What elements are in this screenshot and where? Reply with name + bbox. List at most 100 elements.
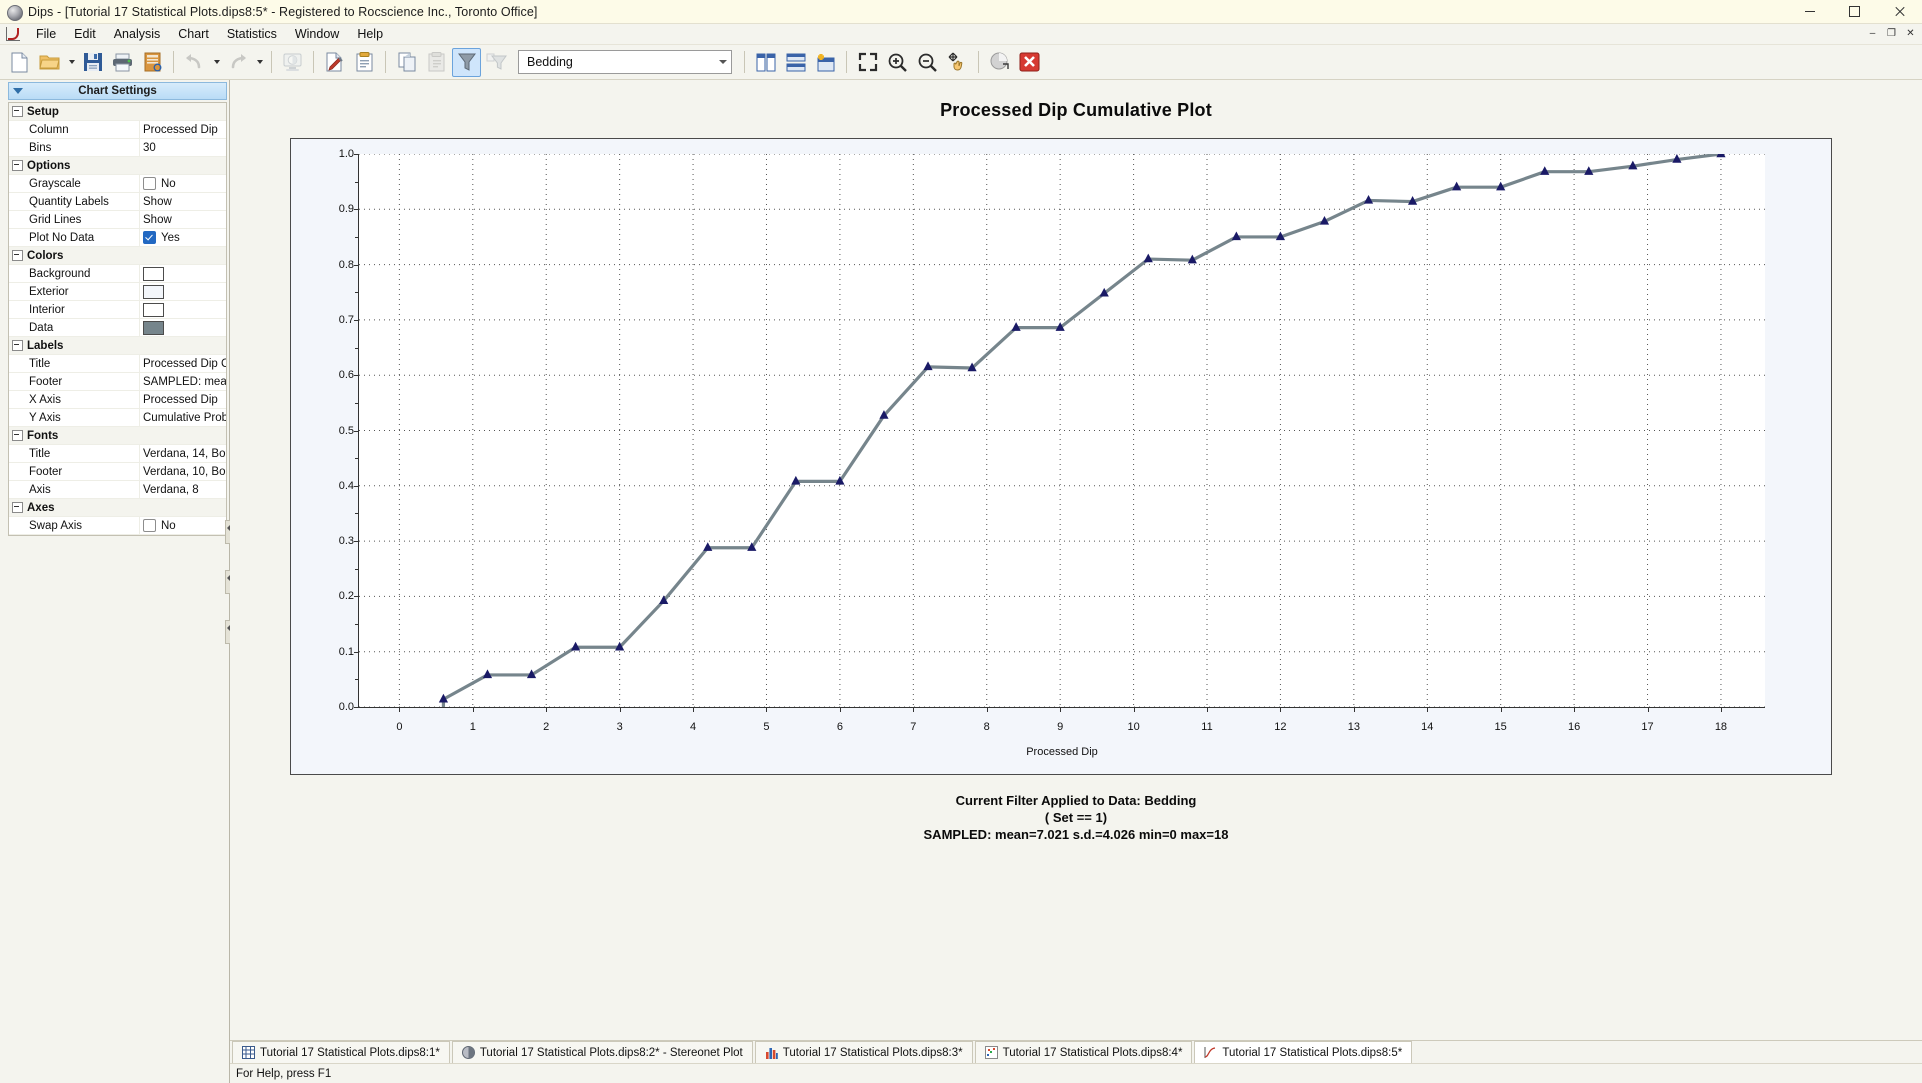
property-group-options[interactable]: Options — [9, 157, 226, 175]
property-row-grid-lines[interactable]: Grid Lines Show — [9, 211, 226, 229]
save-icon[interactable] — [78, 48, 107, 77]
collapse-toggle-icon[interactable] — [9, 250, 26, 261]
property-row-column[interactable]: Column Processed Dip — [9, 121, 226, 139]
property-row-footer[interactable]: Footer Verdana, 10, Bold — [9, 463, 226, 481]
zoom-sphere-icon[interactable] — [985, 48, 1014, 77]
window-tab-3[interactable]: Tutorial 17 Statistical Plots.dips8:3* — [754, 1041, 973, 1063]
property-value[interactable] — [139, 319, 226, 336]
menu-help[interactable]: Help — [348, 25, 392, 43]
maximize-button[interactable] — [1832, 0, 1877, 23]
window-tab-2[interactable]: Tutorial 17 Statistical Plots.dips8:2* -… — [451, 1041, 753, 1063]
collapse-toggle-icon[interactable] — [9, 340, 26, 351]
property-row-plot-no-data[interactable]: Plot No Data Yes — [9, 229, 226, 247]
menu-analysis[interactable]: Analysis — [105, 25, 170, 43]
property-value[interactable]: No — [139, 517, 226, 534]
tile-vertical-icon[interactable] — [751, 48, 780, 77]
property-group-colors[interactable]: Colors — [9, 247, 226, 265]
property-row-grayscale[interactable]: Grayscale No — [9, 175, 226, 193]
color-swatch[interactable] — [143, 320, 164, 335]
pan-hand-icon[interactable] — [943, 48, 972, 77]
window-tab-5[interactable]: Tutorial 17 Statistical Plots.dips8:5* — [1194, 1041, 1413, 1063]
collapse-toggle-icon[interactable] — [9, 502, 26, 513]
mdi-close-button[interactable]: ✕ — [1902, 25, 1919, 41]
property-value[interactable]: Processed Dip — [139, 121, 226, 138]
property-group-setup[interactable]: Setup — [9, 103, 226, 121]
collapse-toggle-icon[interactable] — [9, 430, 26, 441]
print-icon[interactable] — [108, 48, 137, 77]
property-group-labels[interactable]: Labels — [9, 337, 226, 355]
menu-edit[interactable]: Edit — [65, 25, 105, 43]
window-tab-4[interactable]: Tutorial 17 Statistical Plots.dips8:4* — [974, 1041, 1193, 1063]
zoom-all-icon[interactable] — [853, 48, 882, 77]
zoom-out-icon[interactable] — [913, 48, 942, 77]
close-button[interactable] — [1877, 0, 1922, 23]
collapse-toggle-icon[interactable] — [9, 160, 26, 171]
property-value[interactable] — [139, 265, 226, 282]
property-value[interactable]: Verdana, 10, Bold — [139, 463, 226, 480]
paste-icon[interactable] — [422, 48, 451, 77]
filter-settings-icon[interactable] — [482, 48, 511, 77]
property-value[interactable]: Show — [139, 211, 226, 228]
property-row-x-axis[interactable]: X Axis Processed Dip — [9, 391, 226, 409]
property-value[interactable] — [139, 283, 226, 300]
menu-chart[interactable]: Chart — [169, 25, 218, 43]
copy-icon[interactable] — [392, 48, 421, 77]
color-swatch[interactable] — [143, 302, 164, 317]
property-value[interactable]: No — [139, 175, 226, 192]
undo-icon[interactable] — [180, 48, 209, 77]
property-value[interactable] — [139, 301, 226, 318]
plot-area[interactable]: 0.0 0.1 0.2 0.3 0.4 0.5 0.6 0.7 0.8 0.9 1.0 0 1 2 3 4 5 6… — [339, 148, 1765, 733]
property-value[interactable]: Verdana, 14, Bold — [139, 445, 226, 462]
property-value[interactable]: Verdana, 8 — [139, 481, 226, 498]
undo-dropdown-caret-icon[interactable] — [210, 49, 222, 76]
new-window-icon[interactable] — [811, 48, 840, 77]
property-group-axes[interactable]: Axes — [9, 499, 226, 517]
property-value[interactable]: Show — [139, 193, 226, 210]
property-row-footer[interactable]: Footer SAMPLED: mean=7... — [9, 373, 226, 391]
property-row-bins[interactable]: Bins 30 — [9, 139, 226, 157]
property-row-quantity-labels[interactable]: Quantity Labels Show — [9, 193, 226, 211]
open-folder-icon[interactable] — [35, 48, 64, 77]
property-value[interactable]: SAMPLED: mean=7... — [139, 373, 226, 390]
close-red-icon[interactable] — [1015, 48, 1044, 77]
edit-properties-icon[interactable] — [320, 48, 349, 77]
property-row-swap-axis[interactable]: Swap Axis No — [9, 517, 226, 535]
property-row-title[interactable]: Title Verdana, 14, Bold — [9, 445, 226, 463]
mdi-minimize-button[interactable]: – — [1864, 25, 1881, 41]
menu-file[interactable]: File — [27, 25, 65, 43]
window-tab-1[interactable]: Tutorial 17 Statistical Plots.dips8:1* — [232, 1041, 450, 1063]
property-group-fonts[interactable]: Fonts — [9, 427, 226, 445]
property-value[interactable]: Yes — [139, 229, 226, 246]
property-value[interactable]: Processed Dip — [139, 391, 226, 408]
filter-combo[interactable]: Bedding — [518, 50, 732, 74]
property-value[interactable]: Processed Dip Cum... — [139, 355, 226, 372]
filter-funnel-icon[interactable] — [452, 47, 481, 77]
color-swatch[interactable] — [143, 266, 164, 281]
property-row-data[interactable]: Data — [9, 319, 226, 337]
property-checkbox[interactable] — [143, 231, 156, 244]
property-value[interactable]: 30 — [139, 139, 226, 156]
property-checkbox[interactable] — [143, 519, 156, 532]
property-row-exterior[interactable]: Exterior — [9, 283, 226, 301]
redo-dropdown-caret-icon[interactable] — [253, 49, 265, 76]
tile-horizontal-icon[interactable] — [781, 48, 810, 77]
chart-settings-header[interactable]: Chart Settings — [8, 82, 227, 100]
redo-icon[interactable] — [223, 48, 252, 77]
mdi-restore-button[interactable]: ❐ — [1883, 25, 1900, 41]
property-row-title[interactable]: Title Processed Dip Cum... — [9, 355, 226, 373]
menu-window[interactable]: Window — [286, 25, 348, 43]
stereonet-display-icon[interactable] — [278, 48, 307, 77]
zoom-in-icon[interactable] — [883, 48, 912, 77]
triangle-down-icon[interactable] — [13, 88, 23, 94]
property-row-axis[interactable]: Axis Verdana, 8 — [9, 481, 226, 499]
property-value[interactable]: Cumulative Probabi... — [139, 409, 226, 426]
new-file-icon[interactable] — [5, 48, 34, 77]
menu-statistics[interactable]: Statistics — [218, 25, 286, 43]
color-swatch[interactable] — [143, 284, 164, 299]
print-preview-icon[interactable] — [138, 48, 167, 77]
property-row-background[interactable]: Background — [9, 265, 226, 283]
clipboard-notes-icon[interactable] — [350, 48, 379, 77]
minimize-button[interactable] — [1787, 0, 1832, 23]
collapse-toggle-icon[interactable] — [9, 106, 26, 117]
open-dropdown-caret-icon[interactable] — [65, 49, 77, 76]
